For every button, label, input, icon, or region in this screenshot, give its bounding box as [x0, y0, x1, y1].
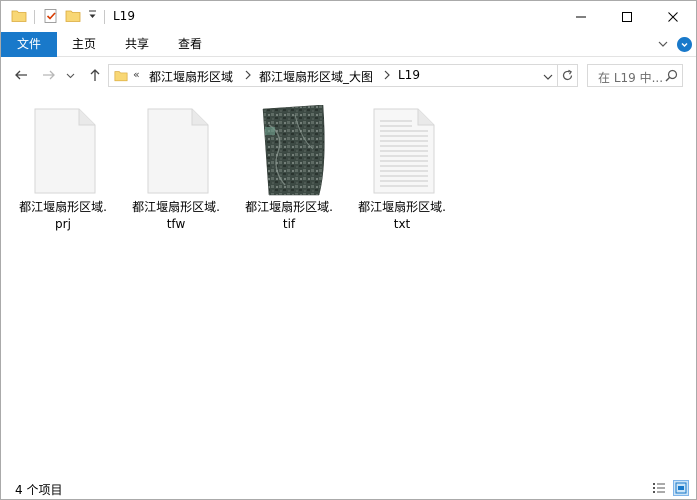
title-separator — [104, 10, 105, 24]
explorer-window: L19 文件 主页 共享 查看 « 都江堰扇形区域 都江堰扇形区域_大图 L19… — [0, 0, 697, 500]
tab-view[interactable]: 查看 — [178, 32, 202, 57]
file-name: 都江堰扇形区域. tfw — [132, 200, 220, 231]
tab-file[interactable]: 文件 — [1, 32, 57, 57]
file-item[interactable]: 都江堰扇形区域. txt — [352, 101, 452, 231]
chevron-down-icon[interactable] — [657, 38, 669, 50]
breadcrumb-item[interactable]: 都江堰扇形区域_大图 — [259, 68, 373, 85]
close-icon — [668, 11, 678, 22]
back-arrow-icon — [15, 70, 27, 80]
minimize-icon — [576, 16, 586, 17]
close-button[interactable] — [650, 1, 696, 32]
search-input[interactable]: 在 L19 中... — [587, 64, 683, 87]
details-view-button[interactable] — [651, 480, 667, 496]
ribbon: 文件 主页 共享 查看 — [1, 32, 696, 57]
title-separator — [34, 10, 35, 24]
large-icons-view-icon — [675, 482, 687, 494]
maximize-icon — [622, 11, 632, 22]
properties-icon[interactable] — [43, 8, 59, 27]
up-button[interactable] — [85, 65, 105, 85]
text-file-icon — [370, 107, 436, 195]
status-bar: 4 个项目 — [1, 477, 696, 499]
breadcrumb-item-current[interactable]: L19 — [398, 68, 420, 82]
folder-icon — [11, 8, 27, 27]
window-title: L19 — [113, 9, 135, 23]
help-icon[interactable] — [677, 37, 692, 52]
file-name: 都江堰扇形区域. txt — [358, 200, 446, 231]
breadcrumb-separator-icon[interactable] — [383, 68, 391, 85]
forward-arrow-icon — [43, 70, 55, 80]
address-bar[interactable]: « 都江堰扇形区域 都江堰扇形区域_大图 L19 — [108, 64, 558, 87]
folder-icon — [114, 69, 128, 86]
breadcrumb-overflow[interactable]: « — [133, 68, 140, 81]
new-folder-icon[interactable] — [65, 8, 81, 27]
maximize-button[interactable] — [604, 1, 650, 32]
title-bar: L19 — [1, 1, 696, 32]
file-list: 都江堰扇形区域. prj 都江堰扇形区域. tfw 都江堰扇形区域. tif 都… — [1, 93, 696, 475]
item-count: 4 个项目 — [15, 483, 63, 497]
navigation-bar: « 都江堰扇形区域 都江堰扇形区域_大图 L19 在 L19 中... — [1, 58, 696, 93]
up-arrow-icon — [90, 69, 100, 81]
file-item[interactable]: 都江堰扇形区域. tfw — [126, 101, 226, 231]
file-item[interactable]: 都江堰扇形区域. prj — [13, 101, 113, 231]
search-icon[interactable] — [665, 69, 678, 85]
file-name: 都江堰扇形区域. prj — [19, 200, 107, 231]
refresh-icon — [562, 69, 573, 81]
forward-button[interactable] — [39, 65, 59, 85]
recent-locations-button[interactable] — [63, 65, 77, 85]
tab-home[interactable]: 主页 — [72, 32, 96, 57]
breadcrumb-item[interactable]: 都江堰扇形区域 — [149, 68, 233, 85]
tab-share[interactable]: 共享 — [125, 32, 149, 57]
file-name: 都江堰扇形区域. tif — [245, 200, 333, 231]
large-icons-view-button[interactable] — [673, 480, 689, 496]
details-view-icon — [653, 483, 665, 493]
chevron-down-icon[interactable] — [543, 71, 553, 85]
chevron-down-icon — [66, 73, 74, 78]
blank-file-icon — [144, 107, 210, 195]
search-placeholder: 在 L19 中... — [598, 71, 664, 85]
minimize-button[interactable] — [558, 1, 604, 32]
file-item[interactable]: 都江堰扇形区域. tif — [239, 101, 339, 231]
satellite-image-thumbnail — [257, 104, 325, 196]
back-button[interactable] — [11, 65, 31, 85]
quick-access-dropdown-icon[interactable] — [87, 9, 97, 23]
breadcrumb-separator-icon[interactable] — [244, 68, 252, 85]
refresh-button[interactable] — [558, 64, 578, 87]
blank-file-icon — [31, 107, 97, 195]
